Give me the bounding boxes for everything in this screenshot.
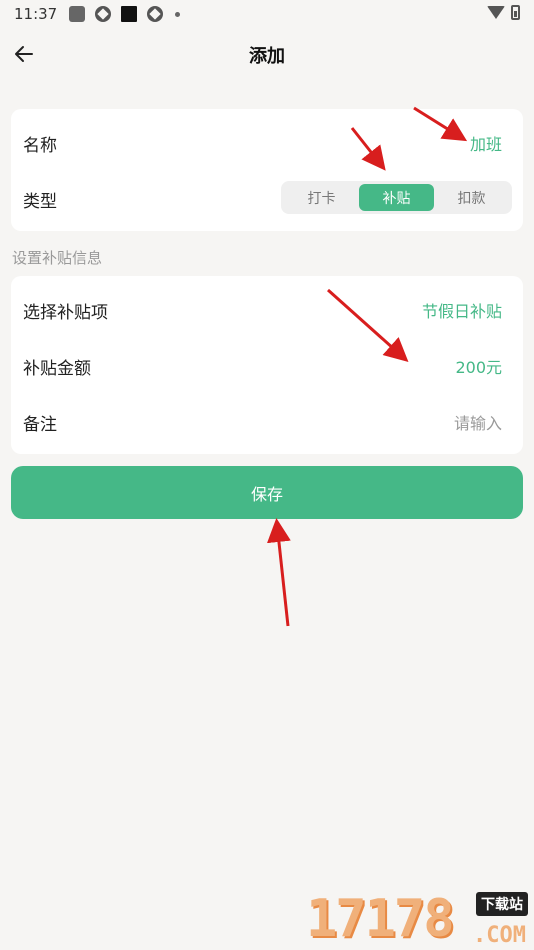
type-segmented-control: 打卡 补贴 扣款: [281, 181, 512, 214]
subsidy-amount-label: 补贴金额: [23, 358, 91, 379]
wifi-icon: [487, 6, 505, 19]
basic-info-card: 名称 加班 类型 打卡 补贴 扣款: [11, 109, 523, 231]
app-bar: 添加: [0, 30, 534, 78]
type-label: 类型: [23, 191, 57, 212]
name-label: 名称: [23, 135, 57, 156]
type-option-clock-in[interactable]: 打卡: [284, 184, 359, 211]
name-value[interactable]: 加班: [470, 131, 502, 155]
compass-icon: [95, 6, 112, 22]
watermark-digits: 17178: [306, 889, 455, 949]
name-row[interactable]: 名称 加班: [11, 115, 523, 171]
square-notification-icon: [121, 6, 138, 22]
more-notifications-dot-icon: [175, 11, 181, 17]
compass-icon-2: [147, 6, 164, 22]
annotation-arrow-save: [266, 518, 291, 627]
subsidy-item-row[interactable]: 选择补贴项 节假日补贴: [11, 282, 523, 338]
app-notification-icon: [69, 6, 86, 22]
subsidy-amount-value[interactable]: 200元: [455, 354, 502, 378]
subsidy-amount-row[interactable]: 补贴金额 200元: [11, 338, 523, 394]
subsidy-section-title: 设置补贴信息: [12, 249, 103, 267]
subsidy-item-label: 选择补贴项: [23, 302, 108, 323]
status-bar: 11:37: [0, 0, 534, 28]
watermark-tag: 下载站: [476, 892, 528, 916]
subsidy-item-value[interactable]: 节假日补贴: [422, 298, 502, 322]
note-input[interactable]: 请输入: [454, 410, 502, 434]
page-title: 添加: [249, 46, 285, 67]
type-option-deduction[interactable]: 扣款: [434, 184, 509, 211]
watermark-suffix: .COM: [473, 923, 526, 948]
save-button[interactable]: 保存: [11, 466, 523, 519]
status-time: 11:37: [14, 5, 58, 23]
type-option-subsidy[interactable]: 补贴: [359, 184, 434, 211]
status-right-group: [487, 5, 520, 20]
note-label: 备注: [23, 414, 57, 435]
battery-icon: [511, 5, 520, 20]
note-row[interactable]: 备注 请输入: [11, 394, 523, 450]
watermark-logo: 17178 下载站 .COM: [306, 890, 528, 948]
subsidy-info-card: 选择补贴项 节假日补贴 补贴金额 200元 备注 请输入: [11, 276, 523, 454]
